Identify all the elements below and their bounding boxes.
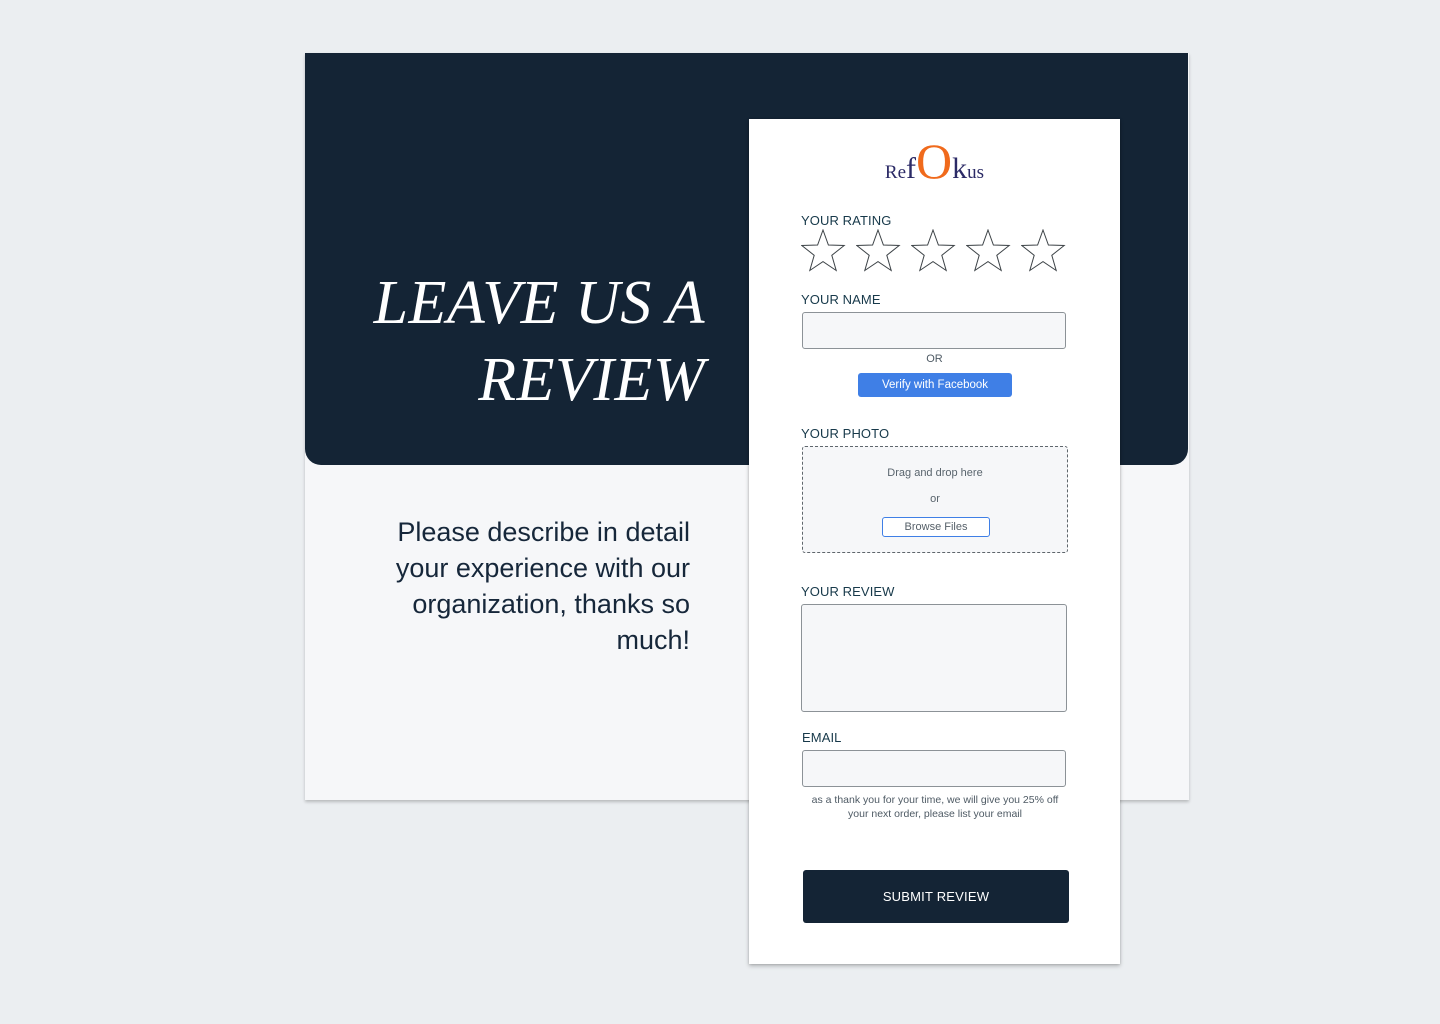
submit-review-button[interactable]: SUBMIT REVIEW [803, 870, 1069, 923]
rating-label: YOUR RATING [801, 213, 892, 228]
name-input[interactable] [802, 312, 1066, 349]
logo-letter: k [952, 152, 968, 185]
star-1-icon[interactable] [801, 229, 856, 275]
dropzone-text: Drag and drop here [887, 467, 983, 479]
star-2-icon[interactable] [856, 229, 911, 275]
star-4-icon[interactable] [966, 229, 1021, 275]
review-form-card: RefOkus YOUR RATING YOUR NAME OR Verify … [749, 119, 1120, 964]
logo-letter: e [897, 162, 907, 183]
page-subtitle: Please describe in detail your experienc… [395, 517, 690, 655]
photo-label: YOUR PHOTO [801, 426, 890, 441]
star-5-icon[interactable] [1021, 229, 1076, 275]
email-discount-note: as a thank you for your time, we will gi… [811, 794, 1059, 820]
browse-files-button[interactable]: Browse Files [882, 517, 990, 537]
photo-dropzone[interactable]: Drag and drop here or Browse Files [802, 446, 1068, 553]
page-title: LEAVE US A REVIEW [373, 269, 705, 414]
name-label: YOUR NAME [801, 292, 881, 307]
dropzone-or: or [930, 493, 940, 505]
verify-facebook-button[interactable]: Verify with Facebook [858, 373, 1012, 397]
star-rating [801, 229, 1076, 275]
refokus-logo: RefOkus [749, 136, 1120, 186]
star-3-icon[interactable] [911, 229, 966, 275]
review-label: YOUR REVIEW [801, 584, 895, 599]
logo-letter: f [906, 152, 917, 185]
email-input[interactable] [802, 750, 1066, 787]
logo-accent-letter: O [916, 133, 953, 189]
logo-letter: us [967, 162, 985, 183]
or-divider: OR [926, 353, 943, 365]
logo-letter: R [884, 162, 898, 183]
review-textarea[interactable] [801, 604, 1067, 712]
email-label: EMAIL [802, 730, 842, 745]
